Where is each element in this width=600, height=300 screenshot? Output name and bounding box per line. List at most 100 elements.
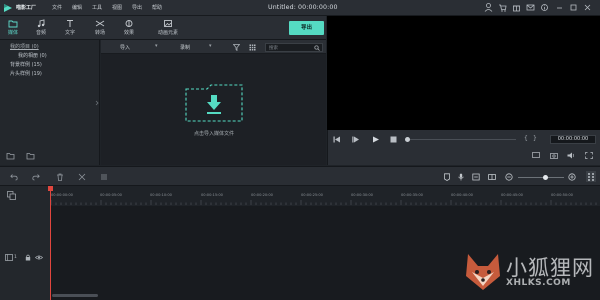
timeline-scrollbar[interactable] — [52, 294, 98, 297]
ruler-label: 00:00:15:00 — [201, 193, 223, 197]
music-icon — [37, 19, 45, 28]
record-dropdown[interactable]: 录制 — [180, 44, 190, 51]
timeline-ruler[interactable]: 00:00:00:00 00:00:05:00 00:00:10:00 00:0… — [51, 186, 600, 206]
mark-out-button[interactable]: } — [533, 135, 537, 142]
ruler-label: 00:00:50:00 — [551, 193, 573, 197]
ruler-label: 00:00:05:00 — [100, 193, 122, 197]
zoom-out-icon[interactable] — [505, 173, 513, 181]
microphone-icon[interactable] — [457, 173, 465, 181]
folder-icon — [8, 20, 18, 28]
library-folder-album[interactable]: 我的相册 (0) — [18, 52, 47, 59]
voiceover-icon[interactable] — [472, 173, 480, 181]
ruler-label: 00:00:45:00 — [501, 193, 523, 197]
zoom-in-icon[interactable] — [568, 173, 576, 181]
ruler-label: 00:00:00:00 — [51, 193, 73, 197]
import-dropdown[interactable]: 导入 — [120, 44, 130, 51]
ruler-label: 00:00:20:00 — [251, 193, 273, 197]
mail-icon[interactable] — [526, 2, 535, 13]
frame-back-icon[interactable] — [352, 136, 360, 143]
stop-icon[interactable] — [390, 136, 397, 143]
preview-timecode: 00:00:00:00 — [550, 135, 596, 144]
undo-icon[interactable] — [10, 173, 18, 181]
media-toolbar: 导入 ▾ 录制 ▾ 搜索 — [101, 40, 326, 54]
tab-media-label: 媒体 — [7, 30, 18, 36]
library-folder-intros[interactable]: 片头样例 (19) — [10, 70, 42, 77]
playback-progress-track[interactable] — [408, 139, 516, 140]
folder-outline-icon[interactable] — [26, 152, 35, 160]
marker-icon[interactable] — [443, 173, 451, 181]
tab-effects[interactable]: 效果 — [116, 19, 142, 39]
playback-progress-handle[interactable] — [405, 137, 410, 142]
menu-file[interactable]: 文件 — [52, 4, 72, 11]
cart-icon[interactable] — [498, 2, 507, 13]
lock-icon[interactable] — [25, 254, 31, 261]
filter-icon[interactable] — [233, 44, 240, 51]
mark-in-button[interactable]: { — [524, 135, 528, 142]
tab-audio-label: 音频 — [35, 30, 46, 36]
search-input[interactable]: 搜索 — [265, 43, 323, 52]
grid-view-icon[interactable] — [249, 44, 256, 51]
watermark-text-en: XHLKS.COM — [506, 278, 571, 288]
library-folder-projects[interactable]: 我的项目 (0) — [10, 43, 39, 50]
search-placeholder: 搜索 — [269, 46, 278, 51]
add-track-icon[interactable] — [7, 191, 16, 200]
redo-icon[interactable] — [32, 173, 40, 181]
play-icon[interactable] — [372, 136, 380, 143]
record-caret-icon[interactable]: ▾ — [209, 43, 212, 49]
tab-media[interactable]: 媒体 — [0, 19, 26, 39]
ruler-label: 00:00:40:00 — [451, 193, 473, 197]
collapse-arrow-icon[interactable] — [95, 100, 99, 106]
ruler-label: 00:00:25:00 — [301, 193, 323, 197]
tab-transition[interactable]: 转场 — [87, 19, 113, 39]
download-arrow-icon — [207, 95, 221, 114]
library-folder-backgrounds[interactable]: 背景样例 (15) — [10, 61, 42, 68]
user-icon[interactable] — [484, 2, 493, 13]
tab-audio[interactable]: 音频 — [28, 19, 54, 39]
gift-icon[interactable] — [512, 2, 521, 13]
ruler-label: 00:00:10:00 — [150, 193, 172, 197]
tab-elements[interactable]: 动画元素 — [151, 19, 185, 39]
menu-export[interactable]: 导出 — [132, 4, 152, 11]
ruler-label: 00:00:30:00 — [351, 193, 373, 197]
info-icon[interactable] — [540, 2, 549, 13]
eye-icon[interactable] — [35, 255, 43, 260]
title-bar: 喵影工厂 文件 编辑 工具 视图 导出 帮助 Untitled: 00:00:0… — [0, 0, 600, 16]
delete-icon[interactable] — [56, 173, 64, 181]
transition-icon — [95, 20, 105, 27]
zoom-slider-track[interactable] — [518, 177, 564, 178]
close-icon[interactable] — [583, 2, 592, 13]
search-icon[interactable] — [314, 45, 320, 51]
menu-view[interactable]: 视图 — [112, 4, 132, 11]
zoom-slider-handle[interactable] — [543, 175, 548, 180]
menu-edit[interactable]: 编辑 — [72, 4, 92, 11]
maximize-icon[interactable] — [569, 2, 578, 13]
tab-transition-label: 转场 — [94, 30, 105, 36]
import-caret-icon[interactable]: ▾ — [155, 43, 158, 49]
tab-effects-label: 效果 — [123, 30, 134, 36]
snapshot-icon[interactable] — [550, 152, 558, 159]
minimize-icon[interactable] — [555, 2, 564, 13]
fullscreen-icon[interactable] — [585, 152, 593, 159]
playhead-handle[interactable] — [48, 186, 53, 191]
volume-icon[interactable] — [567, 152, 575, 159]
export-button[interactable]: 导出 — [289, 21, 324, 35]
add-folder-icon[interactable] — [6, 152, 15, 160]
skip-back-icon[interactable] — [333, 136, 341, 143]
ruler-ticks — [51, 200, 597, 205]
menu-help[interactable]: 帮助 — [152, 4, 172, 11]
cut-icon[interactable] — [78, 173, 86, 181]
app-name: 喵影工厂 — [16, 5, 37, 11]
split-screen-icon[interactable] — [488, 173, 496, 181]
menu-bar: 文件 编辑 工具 视图 导出 帮助 — [52, 4, 172, 11]
ruler-label: 00:00:35:00 — [401, 193, 423, 197]
display-icon[interactable] — [532, 152, 540, 159]
tab-text[interactable]: 文字 — [57, 19, 83, 39]
preview-monitor — [327, 16, 600, 130]
main-toolbar: 媒体 音频 文字 转场 效果 动画元素 导出 — [0, 16, 326, 40]
menu-tools[interactable]: 工具 — [92, 4, 112, 11]
adjust-icon[interactable] — [100, 173, 108, 181]
tab-elements-label: 动画元素 — [157, 30, 178, 36]
import-drop-zone[interactable] — [185, 84, 243, 122]
grid-settings-icon[interactable] — [586, 171, 596, 182]
playhead-line[interactable] — [50, 186, 51, 300]
